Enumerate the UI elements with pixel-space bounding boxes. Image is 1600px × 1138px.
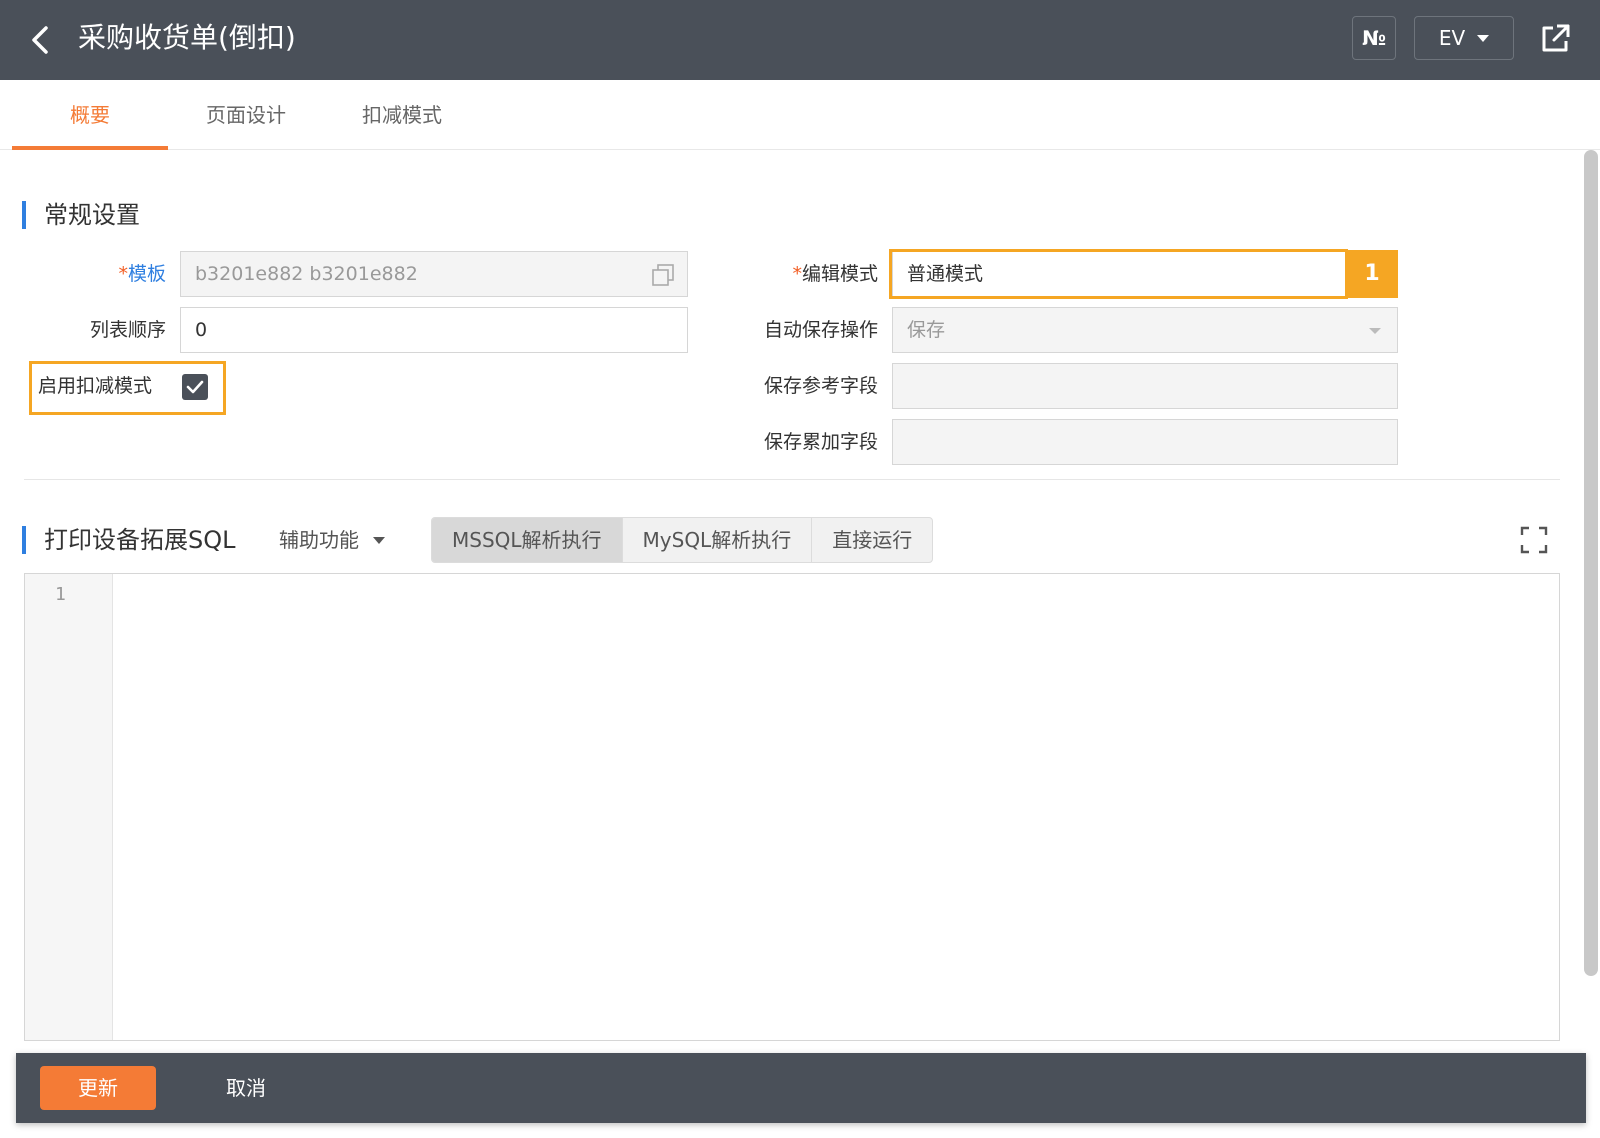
edit-mode-label: *编辑模式 (792, 263, 878, 285)
deduct-mode-label: 启用扣减模式 (38, 375, 153, 397)
number-button[interactable]: № (1352, 16, 1396, 60)
check-icon (186, 380, 204, 394)
language-dropdown[interactable]: EV (1414, 16, 1514, 60)
update-button[interactable]: 更新 (40, 1066, 156, 1110)
mysql-mode-button[interactable]: MySQL解析执行 (623, 518, 813, 562)
caret-down-icon (1369, 328, 1381, 334)
required-mark: * (118, 263, 128, 285)
template-label: *模板 (118, 263, 166, 285)
action-footer: 更新 取消 (16, 1053, 1586, 1123)
tab-overview[interactable]: 概要 (12, 80, 168, 150)
caret-down-icon (373, 536, 385, 544)
direct-run-button[interactable]: 直接运行 (812, 518, 932, 562)
external-link-icon[interactable] (1538, 22, 1572, 56)
sql-editor[interactable]: 1 (24, 573, 1560, 1041)
sql-mode-group: MSSQL解析执行 MySQL解析执行 直接运行 (431, 517, 934, 563)
assist-dropdown[interactable]: 辅助功能 (279, 526, 385, 554)
vertical-scrollbar[interactable] (1584, 150, 1598, 976)
line-number-gutter: 1 (25, 574, 113, 1040)
back-arrow-icon[interactable] (26, 22, 56, 58)
caret-down-icon (1477, 34, 1490, 42)
general-settings-title: 常规设置 (22, 201, 140, 229)
auto-save-select[interactable]: 保存 (892, 307, 1398, 353)
step-badge: 1 (1346, 250, 1398, 298)
line-number: 1 (55, 584, 66, 605)
template-value: b3201e882 b3201e882 (195, 263, 418, 285)
mssql-mode-button[interactable]: MSSQL解析执行 (432, 518, 623, 562)
list-order-label: 列表顺序 (89, 319, 166, 341)
copy-icon[interactable] (651, 263, 675, 287)
tab-bar: 概要 页面设计 扣减模式 (0, 80, 1600, 150)
save-accum-label: 保存累加字段 (763, 431, 878, 453)
edit-mode-highlight (889, 249, 1348, 299)
tab-page-design[interactable]: 页面设计 (168, 80, 324, 150)
deduct-mode-checkbox[interactable] (182, 374, 208, 400)
number-button-label: № (1361, 26, 1387, 50)
language-label: EV (1438, 26, 1466, 50)
tab-deduct-mode[interactable]: 扣减模式 (324, 80, 480, 150)
section-divider (24, 479, 1560, 480)
top-bar: 采购收货单(倒扣) № EV (0, 0, 1600, 80)
cancel-button[interactable]: 取消 (206, 1066, 286, 1110)
page-title: 采购收货单(倒扣) (78, 21, 296, 54)
auto-save-label: 自动保存操作 (763, 319, 878, 341)
save-accum-input[interactable] (892, 419, 1398, 465)
sql-section-title: 打印设备拓展SQL (22, 526, 236, 554)
list-order-input[interactable]: 0 (180, 307, 688, 353)
required-mark: * (792, 263, 802, 285)
assist-label: 辅助功能 (279, 528, 359, 552)
auto-save-value: 保存 (907, 319, 946, 341)
template-field[interactable]: b3201e882 b3201e882 (180, 251, 688, 297)
save-ref-label: 保存参考字段 (763, 375, 878, 397)
save-ref-input[interactable] (892, 363, 1398, 409)
fullscreen-icon[interactable] (1520, 526, 1548, 554)
